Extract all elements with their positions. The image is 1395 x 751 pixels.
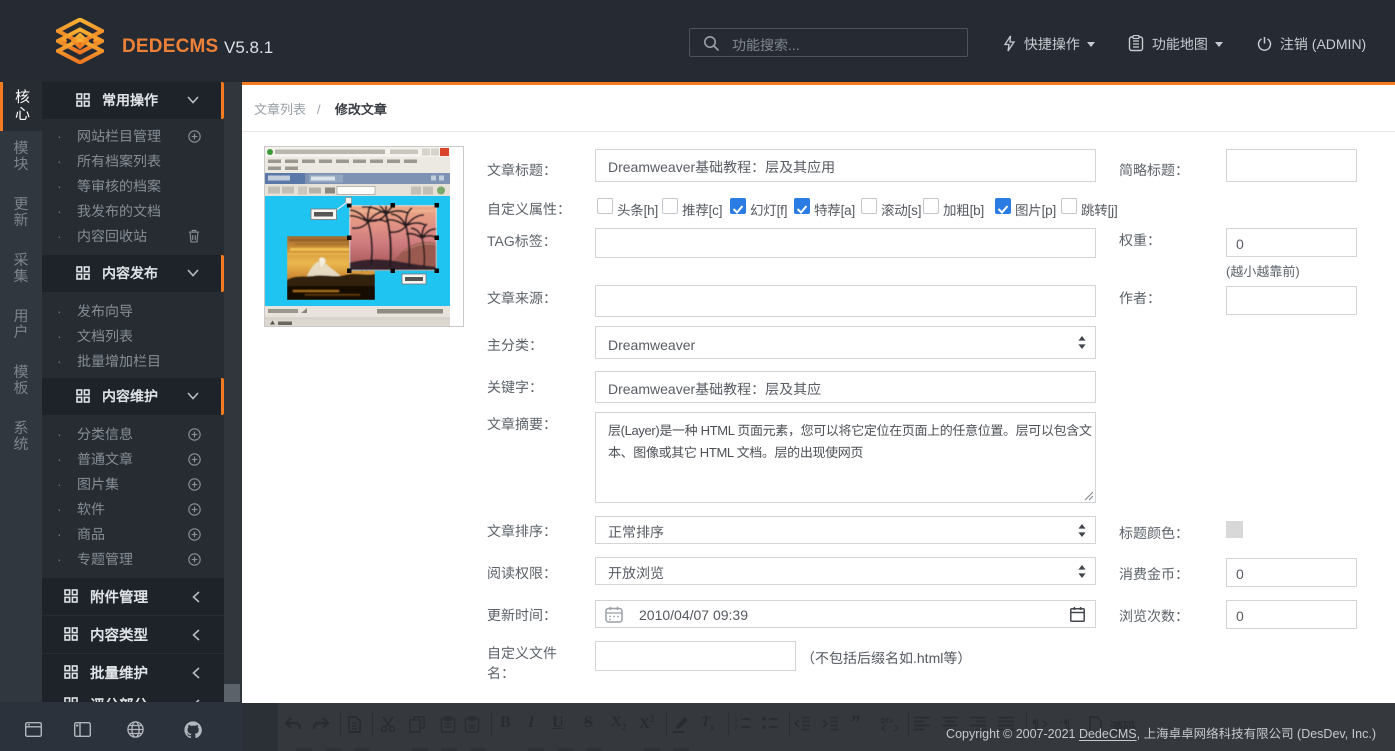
svg-text:DIV: DIV (881, 716, 894, 725)
svg-text:w: w (468, 722, 476, 731)
svg-text:2: 2 (734, 725, 738, 731)
svg-text:1: 1 (734, 717, 738, 724)
